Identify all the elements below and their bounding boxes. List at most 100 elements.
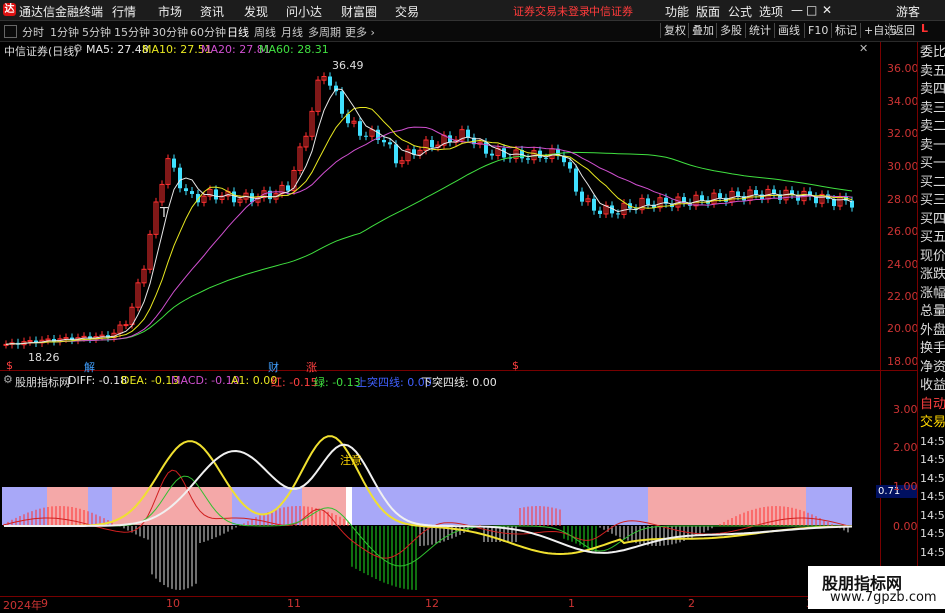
price-chart[interactable] — [0, 42, 880, 370]
minimize-button[interactable]: — — [791, 3, 803, 17]
event-marker[interactable]: $ — [6, 359, 13, 372]
menu-banmian[interactable]: 版面 — [696, 3, 720, 20]
side-panel-item[interactable]: 14:56 — [920, 507, 945, 524]
menu-xuanxiang[interactable]: 选项 — [759, 3, 783, 20]
overlay-button[interactable]: 叠加 — [688, 23, 717, 38]
guest-user[interactable]: 游客 — [896, 3, 920, 20]
candle-body — [172, 158, 176, 168]
side-panel-item[interactable]: 净资 — [920, 359, 945, 376]
candle-body — [502, 148, 506, 158]
side-panel-item[interactable]: 委比 — [920, 44, 945, 61]
side-panel-item[interactable]: 买四 — [920, 211, 945, 228]
menu-hangqing[interactable]: 行情 — [112, 3, 136, 20]
candle-body — [526, 158, 530, 160]
event-marker[interactable]: $ — [512, 359, 519, 372]
back-button[interactable]: 返回 — [889, 23, 918, 38]
menu-zixun[interactable]: 资讯 — [200, 3, 224, 20]
event-marker[interactable]: 解 — [84, 359, 95, 375]
period-15min[interactable]: 15分钟 — [114, 24, 150, 40]
corner-badge: L — [921, 22, 929, 35]
period-1min[interactable]: 1分钟 — [50, 24, 79, 40]
maximize-button[interactable]: □ — [806, 3, 817, 17]
side-panel-item[interactable]: 卖五 — [920, 63, 945, 80]
menu-shichang[interactable]: 市场 — [158, 3, 182, 20]
side-panel-item[interactable]: 总量 — [920, 303, 945, 320]
period-monthly[interactable]: 月线 — [281, 24, 303, 40]
close-button[interactable]: ✕ — [822, 3, 832, 17]
diff-label: DIFF: -0.18 — [68, 374, 128, 387]
side-panel-item[interactable]: 14:56 — [920, 488, 945, 505]
side-panel-item[interactable]: 卖三 — [920, 100, 945, 117]
side-panel-item[interactable]: 卖四 — [920, 81, 945, 98]
mark-button[interactable]: 标记 — [831, 23, 860, 38]
multi-stock-button[interactable]: 多股 — [716, 23, 745, 38]
indicator-tick: 3.00 — [893, 403, 918, 416]
side-panel-item[interactable]: 涨跌 — [920, 266, 945, 283]
menu-wenxiaoda[interactable]: 问小达 — [286, 3, 322, 20]
price-tick: 26.00 — [887, 225, 919, 238]
candle-body — [544, 157, 548, 159]
candle-body — [616, 213, 620, 215]
fuquan-button[interactable]: 复权 — [660, 23, 689, 38]
side-panel-item[interactable]: 涨幅 — [920, 285, 945, 302]
event-marker[interactable]: 财 — [268, 359, 279, 375]
candle-body — [592, 198, 596, 211]
period-60min[interactable]: 60分钟 — [190, 24, 226, 40]
menu-gongshi[interactable]: 公式 — [728, 3, 752, 20]
f10-button[interactable]: F10 — [804, 23, 831, 38]
side-panel-item[interactable]: 14:56 — [920, 525, 945, 542]
indicator-gear-icon[interactable]: ⚙ — [3, 373, 13, 386]
candle-body — [568, 162, 572, 169]
period-weekly[interactable]: 周线 — [254, 24, 276, 40]
menu-jiaoyi[interactable]: 交易 — [395, 3, 419, 20]
watermark-url: www.7gpzb.com — [830, 590, 937, 605]
side-panel-item[interactable]: 买五 — [920, 229, 945, 246]
side-panel-item[interactable]: 14:56 — [920, 544, 945, 561]
period-multi[interactable]: 多周期 — [308, 24, 341, 40]
side-panel-item[interactable]: 买一 — [920, 155, 945, 172]
side-panel-item[interactable]: 买二 — [920, 174, 945, 191]
menu-caifuquan[interactable]: 财富圈 — [341, 3, 377, 20]
date-tick: 11 — [287, 597, 301, 610]
period-more[interactable]: 更多 › — [345, 24, 375, 40]
candle-body — [214, 189, 218, 200]
side-panel-item[interactable]: 收益 — [920, 377, 945, 394]
menu-gongneng[interactable]: 功能 — [665, 3, 689, 20]
draw-line-button[interactable]: 画线 — [774, 23, 803, 38]
event-marker[interactable]: 涨 — [306, 359, 317, 375]
candle-body — [754, 190, 758, 195]
side-panel-item[interactable]: 卖一 — [920, 137, 945, 154]
price-tick: 30.00 — [887, 160, 919, 173]
side-panel-item[interactable]: 外盘 — [920, 322, 945, 339]
side-panel-item[interactable]: 换手 — [920, 340, 945, 357]
indicator-chart[interactable] — [0, 388, 880, 596]
candle-body — [484, 142, 488, 154]
period-5min[interactable]: 5分钟 — [82, 24, 111, 40]
side-panel-item[interactable]: 卖二 — [920, 118, 945, 135]
side-panel-item[interactable]: 现价 — [920, 248, 945, 265]
side-panel-item[interactable]: 交易 — [920, 414, 945, 431]
candle-body — [718, 193, 722, 198]
period-fenshi[interactable]: 分时 — [22, 24, 44, 40]
side-panel-item[interactable]: 14:56 — [920, 470, 945, 487]
side-panel-item[interactable]: 买三 — [920, 192, 945, 209]
candle-body — [328, 76, 332, 86]
candle-body — [580, 191, 584, 202]
side-panel-item[interactable]: 14:56 — [920, 433, 945, 450]
side-panel-item[interactable]: 自动 — [920, 396, 945, 413]
candle-body — [232, 191, 236, 203]
layout-grid-icon[interactable] — [4, 25, 17, 38]
indicator-tick: 2.00 — [893, 441, 918, 454]
date-tick: 9 — [41, 597, 48, 610]
candle-body — [178, 167, 182, 189]
period-daily[interactable]: 日线 — [227, 24, 249, 40]
menu-faxian[interactable]: 发现 — [244, 3, 268, 20]
stats-button[interactable]: 统计 — [745, 23, 774, 38]
login-notice[interactable]: 证券交易未登录 — [513, 3, 590, 19]
candle-body — [700, 195, 704, 201]
candle-body — [490, 153, 494, 156]
indicator-tick: 0.00 — [893, 520, 918, 533]
period-30min[interactable]: 30分钟 — [152, 24, 188, 40]
side-panel-item[interactable]: 14:56 — [920, 451, 945, 468]
notice-annotation: 注意 — [340, 454, 362, 467]
